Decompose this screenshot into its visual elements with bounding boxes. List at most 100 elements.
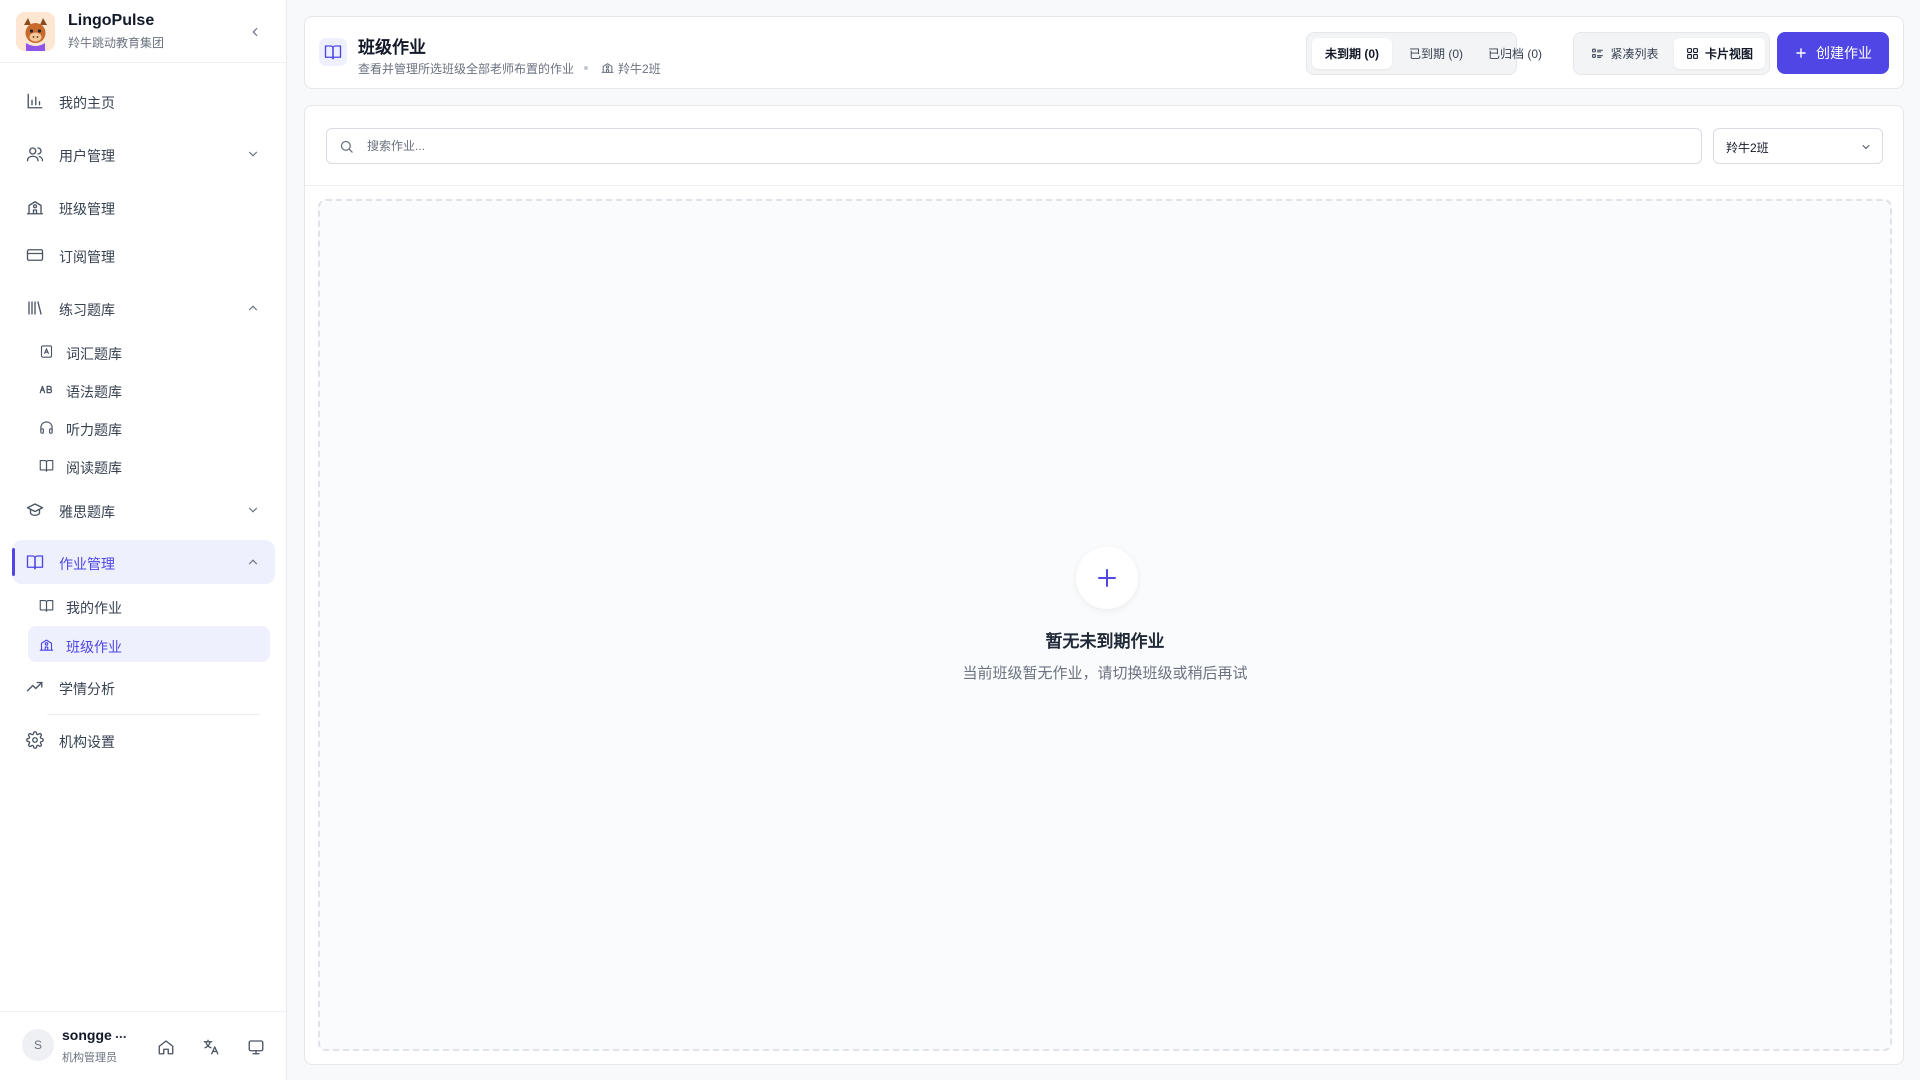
sidebar-item-label: 雅思题库 — [59, 504, 115, 520]
school-icon — [39, 639, 54, 651]
brand-logo-icon — [16, 12, 55, 51]
sidebar-subitem-label: 语法题库 — [66, 384, 122, 400]
sidebar-item-practice-bank[interactable]: 练习题库 — [12, 286, 275, 330]
sidebar-subitem-my-homework[interactable]: 我的作业 — [28, 587, 270, 623]
bar-chart-icon — [27, 93, 43, 109]
current-class-label: 羚牛2班 — [618, 62, 661, 76]
sidebar-subitem-grammar[interactable]: 语法题库 — [28, 371, 270, 407]
sidebar-subitem-label: 词汇题库 — [66, 346, 122, 362]
chevron-left-icon — [252, 27, 258, 37]
sidebar-item-classes[interactable]: 班级管理 — [12, 185, 275, 229]
empty-state-title: 暂无未到期作业 — [1045, 632, 1165, 651]
page-subtitle: 查看并管理所选班级全部老师布置的作业 — [358, 62, 575, 76]
sidebar-item-label: 作业管理 — [59, 556, 115, 572]
user-more-button[interactable]: ... — [115, 1025, 127, 1041]
user-role: 机构管理员 — [62, 1052, 117, 1064]
brand-header: LingoPulse 羚牛跳动教育集团 — [0, 0, 286, 63]
sidebar-item-label: 练习题库 — [59, 302, 115, 318]
page-header-icon — [319, 38, 347, 66]
graduation-cap-icon — [26, 503, 44, 516]
school-icon — [601, 63, 614, 73]
home-icon[interactable] — [157, 1038, 175, 1056]
sidebar-subitem-label: 阅读题库 — [66, 460, 122, 476]
sidebar-item-homework[interactable]: 作业管理 — [12, 540, 275, 584]
user-bar: S songge ... 机构管理员 — [0, 1011, 286, 1080]
monitor-icon[interactable] — [247, 1038, 265, 1056]
status-filter-tabs: 未到期 (0) 已到期 (0) 已归档 (0) — [1306, 32, 1542, 75]
sidebar-item-analytics[interactable]: 学情分析 — [12, 665, 275, 709]
sidebar-item-ielts-bank[interactable]: 雅思题库 — [12, 488, 275, 532]
tab-archived[interactable]: 已归档 (0) — [1474, 38, 1556, 69]
sidebar-item-label: 我的主页 — [59, 95, 115, 111]
language-icon[interactable] — [202, 1038, 220, 1056]
book-open-icon — [26, 555, 44, 570]
book-open-icon — [39, 459, 54, 472]
create-homework-label: 创建作业 — [1816, 45, 1872, 61]
sidebar-item-label: 机构设置 — [59, 734, 115, 750]
trending-up-icon — [26, 681, 43, 692]
sidebar-subitem-class-homework[interactable]: 班级作业 — [28, 626, 270, 662]
plus-icon — [1098, 569, 1116, 587]
sidebar-subitem-vocabulary[interactable]: 词汇题库 — [28, 333, 270, 369]
vocab-icon — [40, 345, 53, 358]
homework-panel: 羚牛2班 暂无未到期作业 当前班级暂无作业，请切换班级或稍后再试 — [304, 105, 1904, 1065]
chevron-down-icon — [248, 151, 258, 157]
chevron-up-icon — [248, 305, 258, 311]
sidebar-divider — [47, 714, 260, 715]
sidebar-item-subscriptions[interactable]: 订阅管理 — [12, 233, 275, 277]
sidebar: LingoPulse 羚牛跳动教育集团 我的主页 用户管理 班级管理 订阅管理 … — [0, 0, 287, 1080]
school-icon — [26, 201, 44, 215]
gear-icon — [26, 731, 44, 749]
view-toggle: 紧凑列表 卡片视图 — [1573, 32, 1770, 75]
grid-icon — [1687, 48, 1698, 59]
brand-subtitle: 羚牛跳动教育集团 — [68, 36, 165, 50]
chevron-down-icon — [248, 507, 258, 513]
sidebar-subitem-label: 班级作业 — [66, 639, 122, 655]
tab-not-due[interactable]: 未到期 (0) — [1312, 38, 1392, 69]
grammar-ab-icon — [39, 385, 53, 394]
page-header: 班级作业 查看并管理所选班级全部老师布置的作业 羚牛2班 未到期 (0) 已到期… — [304, 16, 1904, 89]
filter-toolbar: 羚牛2班 — [305, 106, 1903, 186]
sidebar-item-home[interactable]: 我的主页 — [12, 79, 275, 123]
empty-state-add-button[interactable] — [1076, 547, 1138, 609]
brand-name: LingoPulse — [68, 12, 155, 29]
empty-state-description: 当前班级暂无作业，请切换班级或稍后再试 — [962, 665, 1248, 682]
sidebar-item-label: 班级管理 — [59, 201, 115, 217]
avatar[interactable]: S — [22, 1029, 54, 1061]
chevron-up-icon — [248, 559, 258, 565]
sidebar-subitem-listening[interactable]: 听力题库 — [28, 409, 270, 445]
class-select[interactable]: 羚牛2班 — [1713, 128, 1883, 164]
credit-card-icon — [26, 249, 44, 261]
sidebar-subitem-label: 我的作业 — [66, 600, 122, 616]
sidebar-subitem-reading[interactable]: 阅读题库 — [28, 447, 270, 483]
library-icon — [28, 301, 42, 315]
user-name: songge — [62, 1027, 112, 1043]
sidebar-item-label: 用户管理 — [59, 148, 115, 164]
plus-icon — [1796, 48, 1806, 58]
sidebar-item-org-settings[interactable]: 机构设置 — [12, 718, 275, 762]
separator-dot — [584, 66, 588, 70]
headphones-icon — [40, 421, 53, 434]
class-select-value: 羚牛2班 — [1726, 141, 1769, 155]
compact-list-label: 紧凑列表 — [1610, 47, 1659, 61]
sidebar-item-label: 学情分析 — [59, 681, 115, 697]
search-icon — [340, 140, 353, 153]
book-open-icon — [39, 599, 54, 612]
collapse-sidebar-button[interactable] — [244, 21, 266, 43]
sidebar-subitem-label: 听力题库 — [66, 422, 122, 438]
book-open-icon — [324, 45, 342, 60]
tab-overdue[interactable]: 已到期 (0) — [1396, 38, 1476, 69]
create-homework-button[interactable]: 创建作业 — [1777, 32, 1889, 74]
search-field[interactable] — [326, 128, 1702, 164]
sidebar-item-label: 订阅管理 — [59, 249, 115, 265]
chevron-down-icon — [1862, 145, 1870, 150]
page-title: 班级作业 — [358, 38, 426, 57]
card-view-label: 卡片视图 — [1704, 47, 1753, 61]
search-input[interactable] — [367, 129, 1687, 163]
list-icon — [1592, 48, 1604, 58]
users-icon — [26, 147, 44, 162]
card-view-button[interactable]: 卡片视图 — [1674, 38, 1765, 69]
sidebar-item-users[interactable]: 用户管理 — [12, 132, 275, 176]
compact-list-view-button[interactable]: 紧凑列表 — [1579, 38, 1671, 69]
empty-state: 暂无未到期作业 当前班级暂无作业，请切换班级或稍后再试 — [318, 199, 1892, 1051]
